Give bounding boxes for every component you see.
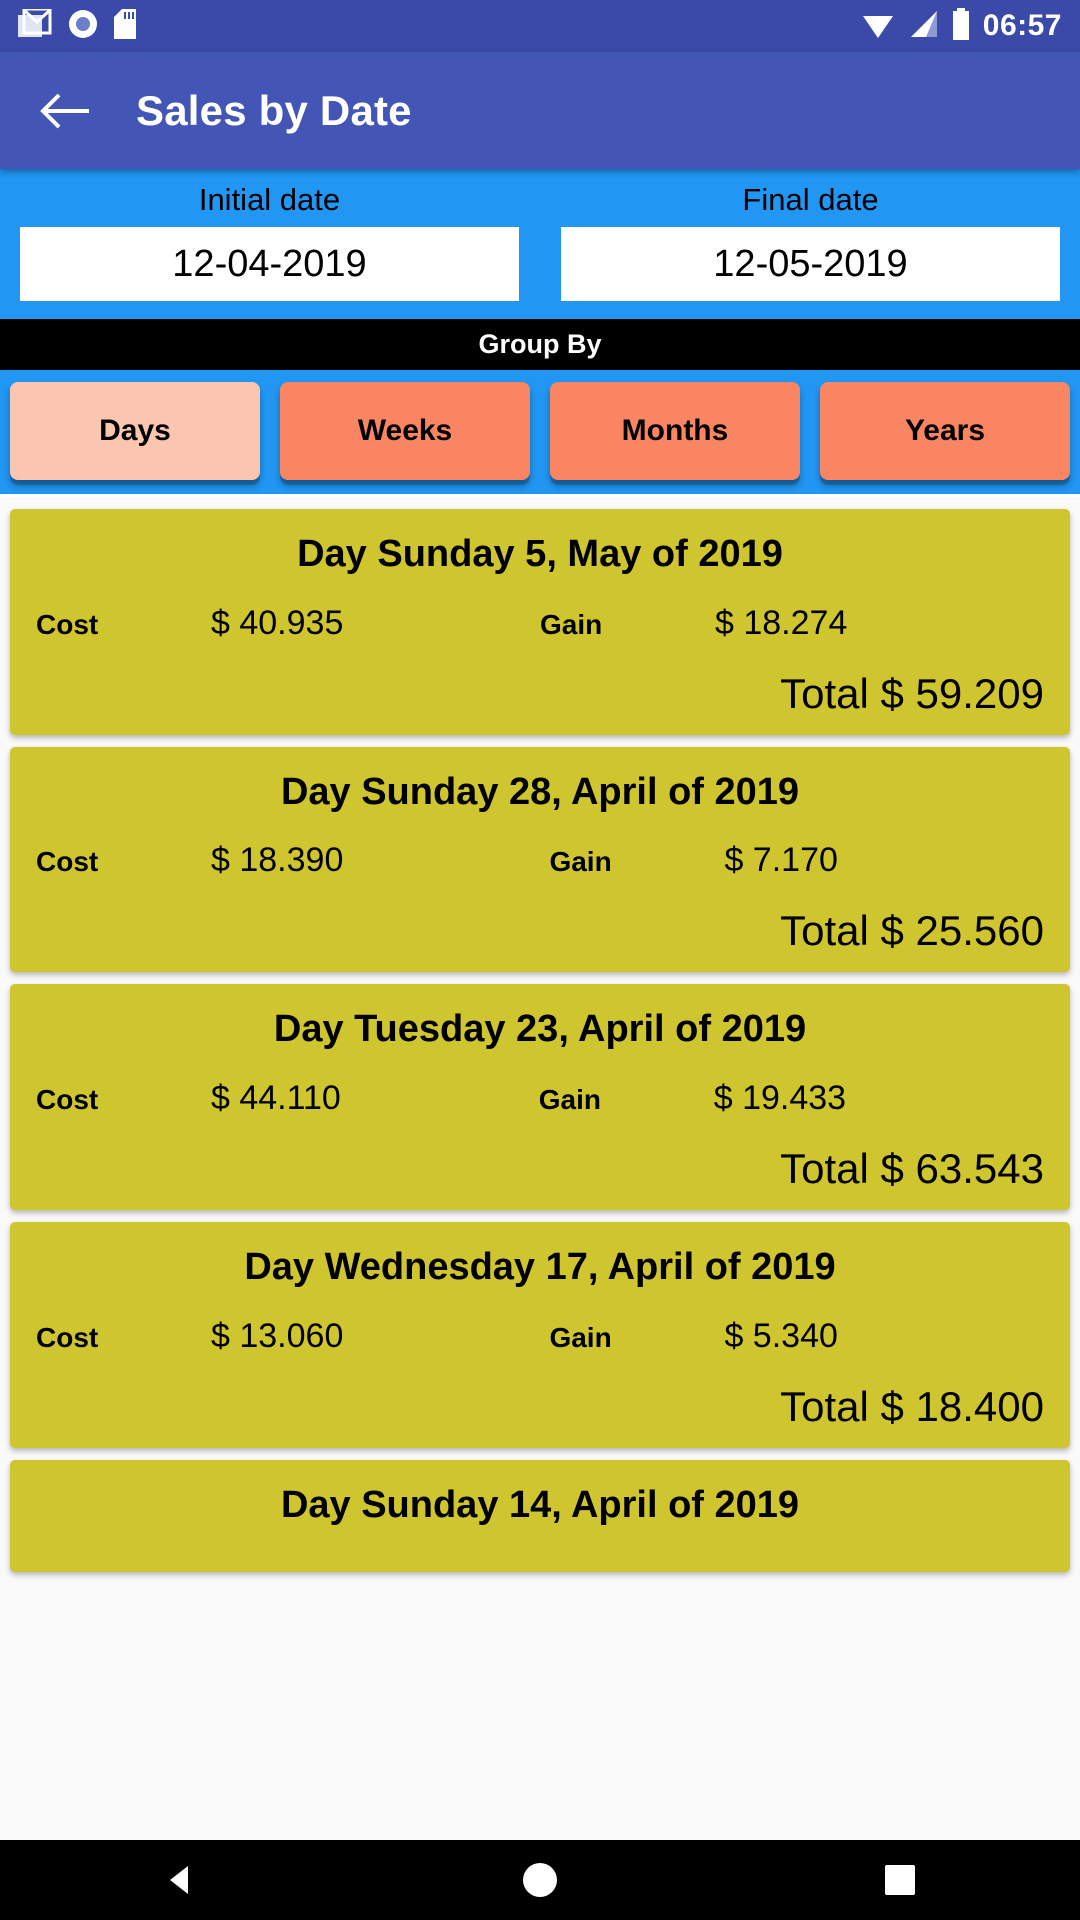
battery-icon bbox=[951, 7, 971, 45]
gmail-icon bbox=[18, 7, 52, 44]
gain-label: Gain bbox=[538, 1084, 601, 1116]
cost-value: $ 44.110 bbox=[211, 1079, 341, 1118]
initial-date-input[interactable]: 12-04-2019 bbox=[20, 227, 519, 302]
gain-label: Gain bbox=[549, 846, 612, 878]
gain-value: $ 7.170 bbox=[724, 841, 838, 880]
list-item[interactable]: Day Sunday 5, May of 2019 Cost $ 40.935 … bbox=[10, 509, 1070, 735]
cost-label: Cost bbox=[36, 1321, 99, 1353]
initial-date-label: Initial date bbox=[198, 182, 341, 217]
back-arrow-icon[interactable] bbox=[34, 80, 96, 142]
cost-label: Cost bbox=[36, 1084, 99, 1116]
card-figures-row: Cost $ 40.935 Gain $ 18.274 bbox=[36, 604, 1044, 643]
wifi-icon bbox=[861, 9, 895, 44]
sales-list[interactable]: Day Sunday 5, May of 2019 Cost $ 40.935 … bbox=[0, 497, 1080, 1840]
list-item[interactable]: Day Sunday 28, April of 2019 Cost $ 18.3… bbox=[10, 746, 1070, 973]
list-item[interactable]: Day Tuesday 23, April of 2019 Cost $ 44.… bbox=[10, 984, 1070, 1211]
gain-value: $ 19.433 bbox=[713, 1079, 847, 1118]
app-bar: Sales by Date bbox=[0, 52, 1080, 169]
cost-label: Cost bbox=[36, 608, 99, 640]
group-by-tabs: Days Weeks Months Years bbox=[0, 370, 1080, 495]
initial-date-group: Initial date 12-04-2019 bbox=[20, 182, 519, 302]
group-by-header: Group By bbox=[0, 319, 1080, 371]
final-date-group: Final date 12-05-2019 bbox=[561, 182, 1060, 302]
page-title: Sales by Date bbox=[136, 86, 412, 134]
card-title: Day Wednesday 17, April of 2019 bbox=[244, 1246, 836, 1289]
tab-days[interactable]: Days bbox=[10, 382, 260, 481]
signal-icon bbox=[907, 9, 939, 44]
status-bar-left-icons bbox=[18, 7, 136, 44]
tab-years[interactable]: Years bbox=[820, 382, 1070, 481]
tab-weeks[interactable]: Weeks bbox=[280, 382, 530, 481]
record-icon bbox=[68, 9, 98, 44]
status-bar: 06:57 bbox=[0, 0, 1080, 52]
cost-value: $ 13.060 bbox=[211, 1316, 344, 1355]
nav-back-icon[interactable] bbox=[120, 1840, 240, 1920]
total-value: Total $ 25.560 bbox=[780, 907, 1044, 955]
card-title: Day Sunday 5, May of 2019 bbox=[297, 533, 783, 575]
card-figures-row: Cost $ 13.060 Gain $ 5.340 bbox=[36, 1317, 1044, 1356]
android-nav-bar bbox=[0, 1840, 1080, 1920]
list-item[interactable]: Day Sunday 14, April of 2019 bbox=[10, 1459, 1070, 1573]
nav-recents-icon[interactable] bbox=[840, 1840, 960, 1920]
status-bar-right-icons: 06:57 bbox=[861, 7, 1062, 45]
final-date-label: Final date bbox=[742, 182, 879, 217]
list-item[interactable]: Day Wednesday 17, April of 2019 Cost $ 1… bbox=[10, 1222, 1070, 1448]
card-figures-row: Cost $ 18.390 Gain $ 7.170 bbox=[36, 841, 1044, 880]
total-value: Total $ 63.543 bbox=[780, 1145, 1044, 1193]
cost-label: Cost bbox=[36, 846, 99, 878]
card-figures-row: Cost $ 44.110 Gain $ 19.433 bbox=[36, 1079, 1044, 1118]
cost-value: $ 40.935 bbox=[211, 603, 344, 642]
final-date-input[interactable]: 12-05-2019 bbox=[561, 227, 1060, 302]
date-range-panel: Initial date 12-04-2019 Final date 12-05… bbox=[0, 169, 1080, 320]
total-value: Total $ 18.400 bbox=[780, 1382, 1044, 1430]
card-title: Day Sunday 28, April of 2019 bbox=[280, 770, 800, 813]
gain-label: Gain bbox=[540, 608, 603, 640]
status-bar-clock: 06:57 bbox=[982, 9, 1062, 42]
gain-value: $ 18.274 bbox=[715, 603, 848, 642]
gain-value: $ 5.340 bbox=[724, 1316, 838, 1355]
cost-value: $ 18.390 bbox=[211, 841, 344, 880]
card-title: Day Tuesday 23, April of 2019 bbox=[273, 1008, 807, 1051]
group-by-label: Group By bbox=[478, 329, 602, 360]
sdcard-icon bbox=[114, 8, 136, 44]
total-value: Total $ 59.209 bbox=[780, 669, 1044, 717]
tab-months[interactable]: Months bbox=[550, 382, 800, 481]
nav-home-icon[interactable] bbox=[480, 1840, 600, 1920]
card-title: Day Sunday 14, April of 2019 bbox=[280, 1483, 800, 1526]
gain-label: Gain bbox=[549, 1321, 612, 1353]
